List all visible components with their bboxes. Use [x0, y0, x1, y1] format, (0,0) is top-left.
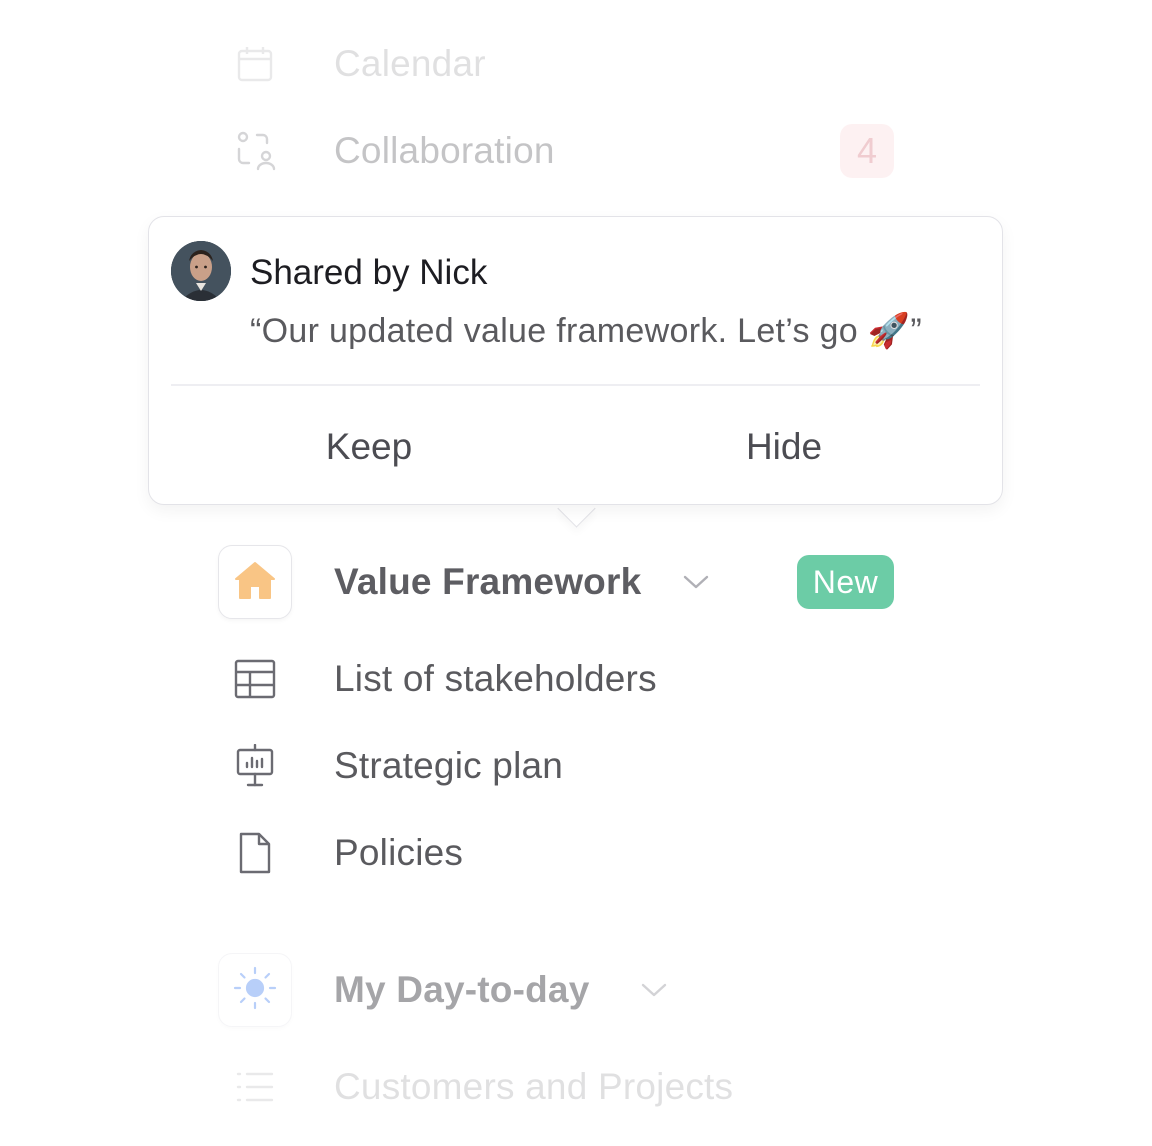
workspace-icon-tile: [218, 545, 292, 619]
table-icon: [225, 649, 285, 709]
avatar: [171, 241, 231, 301]
nav-item-calendar[interactable]: Calendar: [0, 34, 1152, 94]
chevron-down-icon[interactable]: [682, 573, 710, 591]
workspace-value-framework[interactable]: Value Framework New: [0, 545, 1152, 619]
calendar-icon: [225, 34, 285, 94]
presentation-icon: [225, 736, 285, 796]
document-icon: [225, 823, 285, 883]
nav-item-label: Calendar: [334, 43, 486, 84]
sun-icon: [232, 965, 278, 1016]
item-label: Strategic plan: [334, 745, 564, 786]
hide-button[interactable]: Hide: [574, 407, 994, 487]
list-icon: [225, 1057, 285, 1117]
notification-count-badge: 4: [840, 124, 894, 178]
popover-title: Shared by Nick: [250, 253, 488, 292]
new-badge: New: [797, 555, 894, 609]
item-label: Policies: [334, 832, 464, 873]
chevron-down-icon[interactable]: [640, 981, 668, 999]
workspace-title: Value Framework: [334, 561, 642, 602]
workspace-item-stakeholders[interactable]: List of stakeholders: [0, 649, 1152, 709]
home-icon: [233, 560, 277, 605]
keep-button[interactable]: Keep: [159, 407, 579, 487]
item-label: List of stakeholders: [334, 658, 657, 699]
workspace-my-day-to-day[interactable]: My Day-to-day: [0, 953, 1152, 1027]
share-notification-popover: Shared by Nick “Our updated value framew…: [148, 216, 1003, 505]
workspace-icon-tile: [218, 953, 292, 1027]
workspace-item-strategic-plan[interactable]: Strategic plan: [0, 736, 1152, 796]
popover-message: “Our updated value framework. Let’s go 🚀…: [250, 312, 922, 350]
nav-item-collaboration[interactable]: Collaboration 4: [0, 121, 1152, 181]
workspace-item-customers-projects[interactable]: Customers and Projects: [0, 1057, 1152, 1117]
divider: [171, 384, 980, 386]
collaboration-icon: [225, 121, 285, 181]
nav-item-label: Collaboration: [334, 130, 555, 171]
workspace-item-policies[interactable]: Policies: [0, 823, 1152, 883]
item-label: Customers and Projects: [334, 1066, 734, 1107]
workspace-title: My Day-to-day: [334, 969, 590, 1010]
